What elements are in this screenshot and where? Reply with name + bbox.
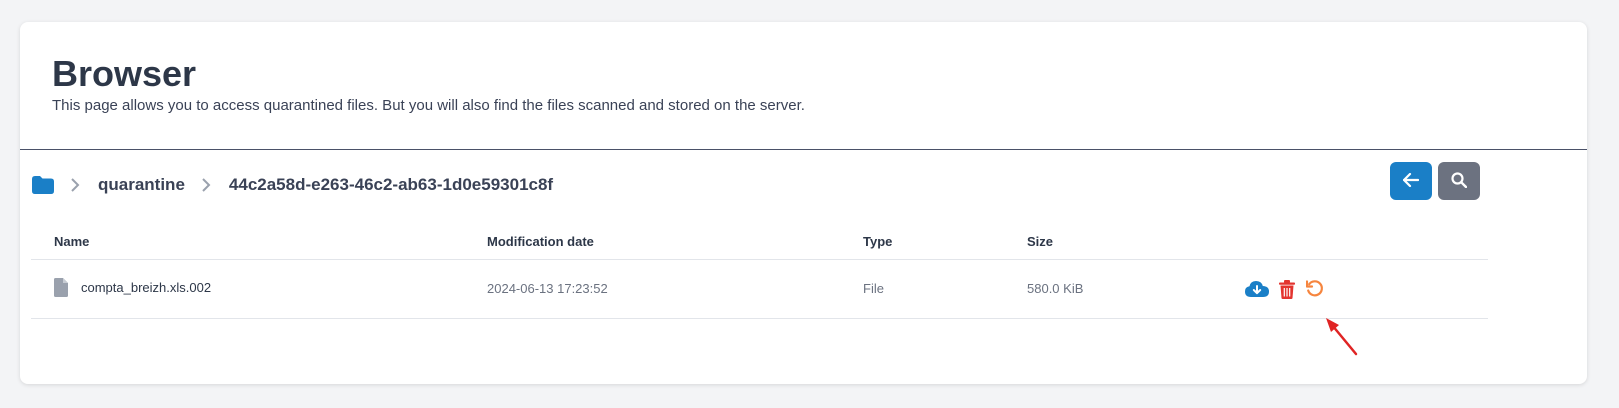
breadcrumb: quarantine 44c2a58d-e263-46c2-ab63-1d0e5… xyxy=(32,172,553,198)
file-type: File xyxy=(863,281,884,296)
search-icon xyxy=(1451,171,1468,191)
table-row[interactable]: compta_breizh.xls.002 2024-06-13 17:23:5… xyxy=(31,260,1488,319)
page-title: Browser xyxy=(52,53,197,94)
file-size: 580.0 KiB xyxy=(1027,281,1084,296)
annotation-arrow-icon xyxy=(1326,318,1358,356)
column-header-name[interactable]: Name xyxy=(54,234,89,249)
breadcrumb-item-current: 44c2a58d-e263-46c2-ab63-1d0e59301c8f xyxy=(228,175,554,194)
cloud-download-icon[interactable] xyxy=(1245,279,1269,299)
chevron-right-icon xyxy=(70,178,80,192)
chevron-right-icon xyxy=(201,178,211,192)
back-button[interactable] xyxy=(1390,162,1432,200)
trash-icon[interactable] xyxy=(1279,279,1295,299)
column-header-modification-date[interactable]: Modification date xyxy=(487,234,594,249)
row-actions xyxy=(1245,279,1324,299)
search-button[interactable] xyxy=(1438,162,1480,200)
column-header-type[interactable]: Type xyxy=(863,234,892,249)
breadcrumb-item-quarantine[interactable]: quarantine xyxy=(98,175,185,195)
file-name-cell[interactable]: compta_breizh.xls.002 xyxy=(54,278,211,297)
file-icon xyxy=(54,278,68,297)
folder-icon[interactable] xyxy=(32,176,54,194)
arrow-left-icon xyxy=(1402,172,1420,190)
page-subtitle: This page allows you to access quarantin… xyxy=(52,97,805,114)
restore-icon[interactable] xyxy=(1306,279,1324,299)
file-table: Name Modification date Type Size compta_… xyxy=(31,226,1488,319)
column-header-size[interactable]: Size xyxy=(1027,234,1053,249)
table-header: Name Modification date Type Size xyxy=(31,226,1488,260)
file-name: compta_breizh.xls.002 xyxy=(81,280,212,295)
page-header: Browser This page allows you to access q… xyxy=(20,22,1587,150)
file-modified: 2024-06-13 17:23:52 xyxy=(487,281,608,296)
